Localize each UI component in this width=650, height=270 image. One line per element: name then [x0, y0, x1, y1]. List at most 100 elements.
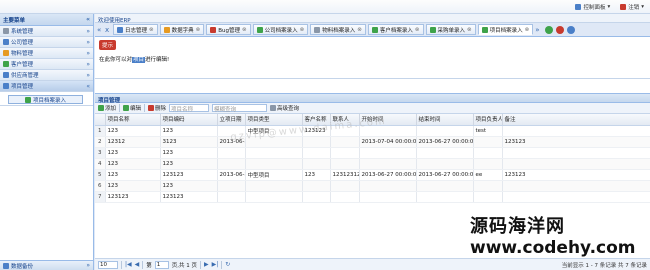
- sidebar-item-company[interactable]: 公司管理 »: [0, 37, 93, 48]
- close-icon[interactable]: ⊗: [415, 27, 420, 33]
- table-row[interactable]: 3 123 123: [95, 147, 650, 159]
- project-submenu: 项目档案录入: [0, 92, 93, 106]
- company-icon: [3, 39, 9, 45]
- table-cell: [330, 180, 360, 192]
- close-icon[interactable]: ⊗: [300, 27, 305, 33]
- tab-company-entry[interactable]: 公司档案录入 ⊗: [252, 24, 309, 35]
- tab-bug[interactable]: Bug管理 ⊗: [206, 24, 251, 35]
- watermark-url: www.codehy.com: [470, 238, 636, 258]
- refresh-icon[interactable]: [545, 25, 554, 34]
- prev-page-icon[interactable]: ◀: [135, 261, 140, 268]
- tab-close-icon[interactable]: x: [105, 26, 111, 34]
- search-input[interactable]: 模糊查询: [212, 104, 268, 113]
- pencil-icon: [123, 105, 130, 111]
- tab-dictionary[interactable]: 数据字典 ⊗: [159, 24, 205, 35]
- close-icon[interactable]: ⊗: [196, 27, 201, 33]
- expand-icon[interactable]: »: [86, 50, 90, 57]
- sidebar-item-material[interactable]: 物料管理 »: [0, 48, 93, 59]
- sidebar-item-customer[interactable]: 客户管理 »: [0, 59, 93, 70]
- tab-log[interactable]: 日志管理 ⊗: [113, 24, 158, 35]
- table-cell: [217, 158, 246, 170]
- material-icon: [3, 50, 9, 56]
- tab-label: Bug管理: [218, 27, 241, 34]
- sidebar-item-label: 客户管理: [11, 62, 34, 68]
- column-header[interactable]: 立项日期: [217, 114, 246, 126]
- table-cell: [359, 158, 417, 170]
- expand-icon[interactable]: »: [86, 28, 90, 35]
- expand-icon[interactable]: »: [86, 39, 90, 46]
- sidebar-item-supplier[interactable]: 供应商管理 »: [0, 70, 93, 81]
- table-cell: [302, 180, 331, 192]
- tab-project-entry[interactable]: 项目档案录入 ⊗: [477, 24, 534, 35]
- close-icon[interactable]: ⊗: [149, 27, 154, 33]
- close-all-icon[interactable]: [556, 25, 565, 34]
- tab-customer-entry[interactable]: 客户档案录入 ⊗: [367, 24, 424, 35]
- pencil-icon: [256, 26, 263, 33]
- close-icon[interactable]: ⊗: [467, 27, 472, 33]
- site-watermark: 源码海洋网 www.codehy.com: [470, 212, 636, 258]
- table-cell: 中型项目: [245, 169, 303, 181]
- expand-icon[interactable]: »: [86, 61, 90, 68]
- notice-tag: 提示: [99, 40, 117, 50]
- table-cell: 123123: [502, 136, 650, 148]
- welcome-bar: 欢迎使用ERP: [95, 14, 650, 24]
- control-panel-link[interactable]: 控制面板 ▾: [575, 3, 610, 11]
- last-page-icon[interactable]: ▶|: [212, 261, 219, 268]
- add-icon: [429, 26, 436, 33]
- table-cell: 2013-06-27 00:00:0: [416, 136, 474, 148]
- separator: [221, 260, 223, 269]
- column-header[interactable]: 项目编码: [160, 114, 218, 126]
- column-header[interactable]: 项目类型: [245, 114, 303, 126]
- column-header[interactable]: 结束时间: [416, 114, 474, 126]
- next-page-icon[interactable]: ▶: [204, 261, 209, 268]
- page-label-post: 页,共 1 页: [171, 262, 198, 269]
- material-icon: [314, 26, 321, 33]
- add-label: 添加: [105, 106, 117, 112]
- tab-scroll-right-icon[interactable]: »: [535, 26, 541, 34]
- tab-purchase-entry[interactable]: 采购单录入 ⊗: [425, 24, 476, 35]
- collapse-icon[interactable]: «: [86, 16, 90, 23]
- sidebar-item-project[interactable]: 项目管理 «: [0, 81, 93, 92]
- refresh-icon[interactable]: ↻: [225, 261, 230, 268]
- column-header[interactable]: 项目名称: [105, 114, 161, 126]
- page-input[interactable]: 1: [154, 260, 169, 269]
- logout-link[interactable]: 注销 ▾: [620, 3, 644, 11]
- pencil-icon: [371, 26, 378, 33]
- tab-material-entry[interactable]: 物料档案录入 ⊗: [310, 24, 366, 35]
- sidebar-item-system[interactable]: 系统管理 »: [0, 26, 93, 37]
- sidebar-header: 主要菜单 «: [0, 14, 93, 26]
- sidebar: 主要菜单 « 系统管理 » 公司管理 » 物料管理 » 客户管理 » 供应商管理…: [0, 14, 94, 270]
- edit-button[interactable]: 编辑: [123, 104, 141, 112]
- table-cell: [473, 191, 503, 203]
- add-icon: [481, 26, 488, 33]
- expand-icon[interactable]: »: [86, 72, 90, 79]
- close-icon[interactable]: ⊗: [242, 27, 247, 33]
- table-row[interactable]: 21231231232013-06-22013-07-04 00:00:0201…: [95, 136, 650, 148]
- close-icon[interactable]: ⊗: [525, 27, 530, 33]
- tab-scroll-left-icon[interactable]: «: [97, 26, 103, 34]
- table-cell: [330, 147, 360, 159]
- table-row[interactable]: 6 123 123: [95, 180, 650, 192]
- sidebar-item-label: 系统管理: [11, 29, 34, 35]
- table-cell: 123123: [160, 169, 218, 181]
- add-button[interactable]: 添加: [98, 104, 116, 112]
- row-number: 7: [95, 191, 106, 203]
- column-header[interactable]: 项目负责人: [473, 114, 503, 126]
- table-row[interactable]: 51231231232013-06-2中型项目123123123122013-0…: [95, 169, 650, 181]
- collapse-icon[interactable]: «: [86, 83, 90, 90]
- project-entry-button[interactable]: 项目档案录入: [8, 95, 83, 104]
- advanced-search-button[interactable]: 高级查询: [270, 104, 299, 112]
- page-size-select[interactable]: 10: [98, 260, 118, 269]
- table-cell: [245, 158, 303, 170]
- table-row[interactable]: 7 123123 123123: [95, 191, 650, 203]
- fullscreen-icon[interactable]: [567, 25, 576, 34]
- expand-icon[interactable]: »: [86, 262, 90, 269]
- sidebar-footer[interactable]: 数据备份 »: [0, 260, 93, 270]
- column-header[interactable]: 备注: [502, 114, 650, 126]
- first-page-icon[interactable]: |◀: [125, 261, 132, 268]
- close-icon[interactable]: ⊗: [357, 27, 362, 33]
- table-row[interactable]: 4 123 123: [95, 158, 650, 170]
- delete-button[interactable]: 删除: [148, 104, 166, 112]
- table-cell: [359, 191, 417, 203]
- search-field-select[interactable]: 项目名称: [169, 104, 210, 113]
